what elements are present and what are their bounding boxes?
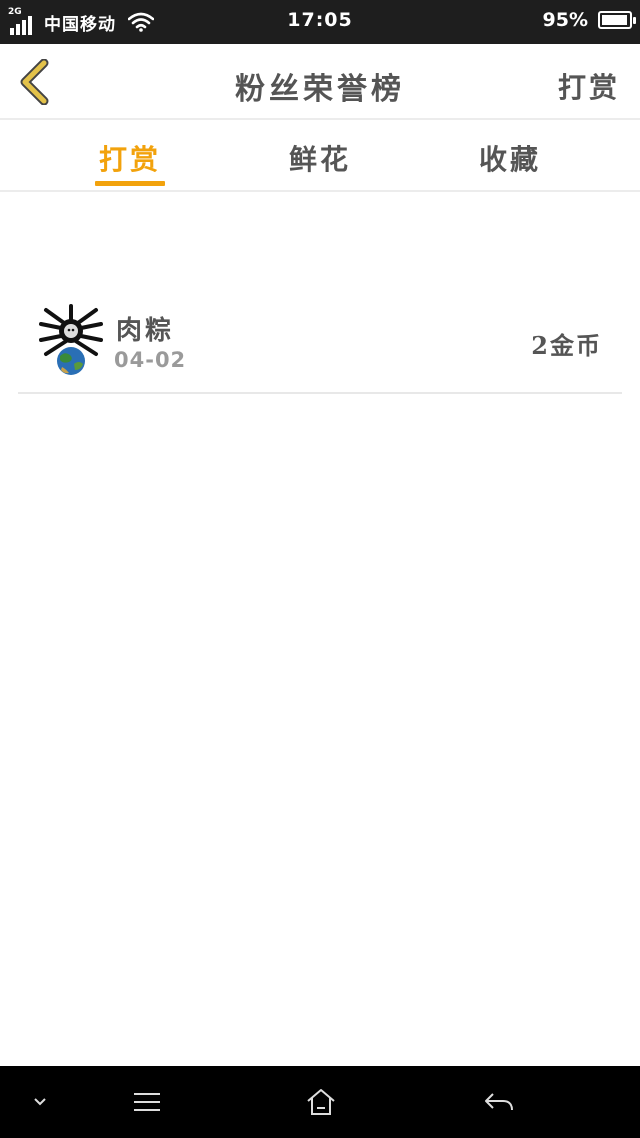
tab-active-indicator	[95, 181, 165, 186]
menu-icon[interactable]	[128, 1084, 166, 1120]
list-item[interactable]: 肉粽 04-02 2金币	[18, 290, 622, 394]
reward-button[interactable]: 打赏	[558, 66, 620, 106]
tab-flowers[interactable]: 鲜花	[260, 120, 380, 190]
battery-icon	[598, 11, 636, 29]
fan-list: 肉粽 04-02 2金币	[18, 290, 622, 394]
tab-label: 鲜花	[288, 143, 351, 176]
home-icon[interactable]	[302, 1084, 340, 1120]
header: 粉丝荣誉榜 打赏	[0, 44, 640, 120]
tab-reward[interactable]: 打赏	[70, 120, 190, 190]
avatar	[39, 304, 103, 375]
user-name: 肉粽	[116, 316, 175, 346]
status-bar: 2G 中国移动 17:05 95%	[0, 0, 640, 44]
battery-fill	[602, 15, 627, 25]
tab-label: 收藏	[478, 143, 541, 176]
system-nav-bar	[0, 1066, 640, 1138]
status-right: 95%	[542, 9, 636, 31]
reward-amount: 2金币	[531, 331, 602, 360]
tab-bar: 打赏 鲜花 收藏	[0, 120, 640, 192]
reward-date: 04-02	[114, 348, 187, 372]
chevron-down-icon[interactable]	[28, 1084, 52, 1120]
back-arrow-icon[interactable]	[480, 1084, 518, 1120]
tab-label: 打赏	[98, 143, 161, 176]
page-title: 粉丝荣誉榜	[235, 72, 405, 107]
battery-percentage: 95%	[542, 9, 588, 31]
tab-favorites[interactable]: 收藏	[450, 120, 570, 190]
